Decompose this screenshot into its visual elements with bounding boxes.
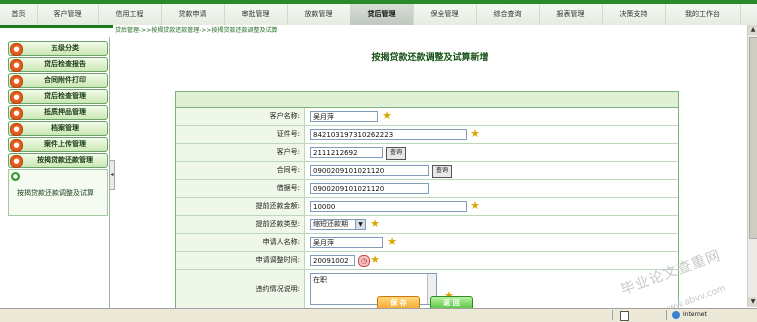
bullet-icon: ● [10, 107, 23, 120]
applicant-input[interactable]: 吴月萍 [310, 237, 383, 248]
bullet-icon: ● [10, 139, 23, 152]
nav-preservation[interactable]: 保全管理 [413, 4, 477, 25]
required-star-icon: ★ [370, 253, 380, 266]
sidebar-item-case-upload[interactable]: ● 案件上传管理 [8, 137, 108, 152]
customer-query-button[interactable]: 查询 [386, 147, 407, 160]
nav-post-loan[interactable]: 贷后管理 [350, 4, 414, 25]
bullet-icon: ● [10, 75, 23, 88]
loan-no-input[interactable]: 0900209101021120 [310, 183, 429, 194]
required-star-icon: ★ [470, 199, 480, 212]
nav-home[interactable]: 首页 [0, 4, 38, 25]
nav-loan-apply[interactable]: 贷款申请 [161, 4, 225, 25]
sidebar-item-inspection-report[interactable]: ● 贷后检查报告 [8, 57, 108, 72]
zone-label: Internet [683, 311, 707, 318]
scroll-thumb[interactable] [749, 37, 757, 239]
sidebar-submenu: ● 按揭贷款还款调整及试算 [8, 169, 108, 216]
sidebar: ● 五级分类 ● 贷后检查报告 ● 合同附件打印 ● 贷后检查管理 ● 抵质押品管理 ● 档… [0, 37, 110, 321]
sidebar-item-collateral[interactable]: ● 抵质押品管理 [8, 105, 108, 120]
sidebar-item-inspection-mgmt[interactable]: ● 贷后检查管理 [8, 89, 108, 104]
required-star-icon: ★ [470, 127, 480, 140]
customer-name-input[interactable]: 吴月萍 [310, 111, 378, 122]
required-star-icon: ★ [382, 109, 392, 122]
row-prepay-amount: 提前还款金额: 10000 ★ [176, 198, 678, 216]
chevron-down-icon: ▼ [355, 220, 365, 229]
customer-no-input[interactable]: 2111212692 [310, 147, 383, 158]
bullet-icon: ● [10, 155, 23, 168]
nav-credit[interactable]: 信用工程 [98, 4, 162, 25]
sidebar-item-archive[interactable]: ● 档案管理 [8, 121, 108, 136]
sidebar-item-mortgage-repay[interactable]: ● 按揭贷款还款管理 [8, 153, 108, 168]
page-icon [620, 311, 629, 321]
globe-icon [672, 311, 680, 319]
row-reason: 违约情况说明: 在职 ★ [176, 270, 678, 308]
sidebar-item-five-class[interactable]: ● 五级分类 [8, 41, 108, 56]
scroll-up-icon[interactable]: ▲ [748, 25, 757, 35]
bullet-icon: ● [10, 123, 23, 136]
scroll-down-icon[interactable]: ▼ [748, 297, 757, 307]
required-star-icon: ★ [370, 217, 380, 230]
breadcrumb: 贷后管理->>按揭贷款还款管理->>按揭贷款还款调整及试算 [113, 25, 749, 36]
status-divider [666, 310, 667, 320]
required-star-icon: ★ [387, 235, 397, 248]
nav-decision[interactable]: 决策支持 [602, 4, 666, 25]
row-prepay-type: 提前还款类型: 缩短还款期 ▼ ★ [176, 216, 678, 234]
prepay-amount-input[interactable]: 10000 [310, 201, 467, 212]
row-customer-name: 客户名称: 吴月萍 ★ [176, 108, 678, 126]
row-loan-no: 借据号: 0900209101021120 [176, 180, 678, 198]
sidebar-item-contract-print[interactable]: ● 合同附件打印 [8, 73, 108, 88]
form-header-bar [176, 92, 678, 108]
nav-report[interactable]: 报表管理 [539, 4, 603, 25]
status-divider [612, 310, 613, 320]
top-nav: 首页 客户管理 信用工程 贷款申请 审批管理 放款管理 贷后管理 保全管理 综合… [0, 0, 757, 28]
row-apply-time: 申请调整时间: 20091002 ◷ ★ [176, 252, 678, 270]
page-title: 按揭贷款还款调整及试算新增 [371, 53, 489, 63]
nav-approval[interactable]: 审批管理 [224, 4, 288, 25]
apply-time-input[interactable]: 20091002 [310, 255, 355, 266]
row-id-number: 证件号: 842103197310262223 ★ [176, 126, 678, 144]
bullet-icon: ● [10, 91, 23, 104]
row-customer-no: 客户号: 2111212692 查询 [176, 144, 678, 162]
bullet-icon: ● [10, 43, 23, 56]
bullet-icon: ● [10, 59, 23, 72]
nav-customer[interactable]: 客户管理 [37, 4, 99, 25]
vertical-scrollbar[interactable]: ▲ ▼ [747, 25, 757, 307]
sidebar-collapse-handle[interactable]: ◂ [109, 160, 115, 190]
row-contract-no: 合同号: 0900209101021120 查询 [176, 162, 678, 180]
id-number-input[interactable]: 842103197310262223 [310, 129, 467, 140]
contract-no-input[interactable]: 0900209101021120 [310, 165, 429, 176]
prepay-type-select[interactable]: 缩短还款期 ▼ [310, 219, 366, 230]
nav-workbench[interactable]: 我的工作台 [665, 4, 741, 25]
row-applicant: 申请人名称: 吴月萍 ★ [176, 234, 678, 252]
nav-query[interactable]: 综合查询 [476, 4, 540, 25]
expand-icon: ● [11, 172, 20, 181]
form-table: 客户名称: 吴月萍 ★ 证件号: 842103197310262223 ★ 客户… [175, 91, 679, 310]
status-bar: Internet [0, 308, 757, 322]
contract-query-button[interactable]: 查询 [432, 165, 453, 178]
submenu-item-adjust-trial[interactable]: 按揭贷款还款调整及试算 [17, 188, 94, 198]
nav-disburse[interactable]: 放款管理 [287, 4, 351, 25]
